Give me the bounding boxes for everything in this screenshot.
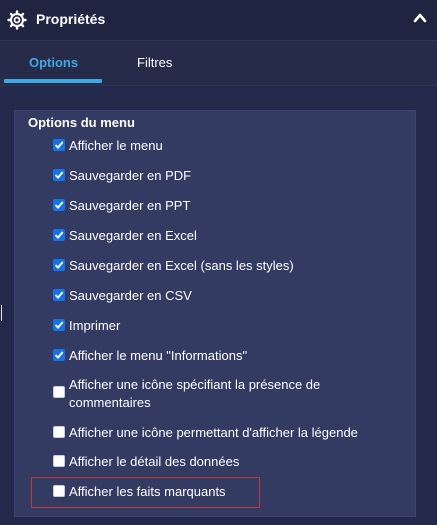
checkbox[interactable] <box>53 199 65 211</box>
tab-bar: Options Filtres <box>0 41 437 86</box>
option-label: Afficher une icône permettant d'afficher… <box>69 425 358 440</box>
option-label: Afficher le menu <box>69 138 163 153</box>
properties-panel: Propriétés Options Filtres Options du me… <box>0 0 437 525</box>
option-label: Imprimer <box>69 318 121 333</box>
checkbox[interactable] <box>53 386 65 398</box>
checkbox[interactable] <box>53 229 65 241</box>
checkbox[interactable] <box>53 319 65 331</box>
section-title: Options du menu <box>28 115 135 130</box>
option-label: Sauvegarder en Excel <box>69 228 197 243</box>
option-label: Sauvegarder en PDF <box>69 168 192 183</box>
option-label: Afficher le menu "Informations" <box>69 348 248 363</box>
highlight-box <box>31 477 260 508</box>
checkbox[interactable] <box>53 289 65 301</box>
option-label: Sauvegarder en Excel (sans les styles) <box>69 258 294 273</box>
text-cursor <box>1 305 2 321</box>
checkbox[interactable] <box>53 455 65 467</box>
checkbox[interactable] <box>53 169 65 181</box>
checkbox[interactable] <box>53 139 65 151</box>
checkbox[interactable] <box>53 349 65 361</box>
tab-options[interactable]: Options <box>29 55 78 70</box>
option-label: Sauvegarder en PPT <box>69 198 191 213</box>
checkbox[interactable] <box>53 259 65 271</box>
gear-icon <box>7 10 27 30</box>
option-label: Sauvegarder en CSV <box>69 288 192 303</box>
checkbox[interactable] <box>53 426 65 438</box>
panel-header: Propriétés <box>0 0 437 41</box>
option-label: Afficher le détail des données <box>69 454 240 469</box>
panel-title: Propriétés <box>36 11 106 27</box>
active-tab-indicator <box>4 79 102 83</box>
tab-filtres[interactable]: Filtres <box>137 55 172 70</box>
chevron-up-icon[interactable] <box>413 12 427 24</box>
option-label: Afficher une icône spécifiant la présenc… <box>69 377 321 410</box>
